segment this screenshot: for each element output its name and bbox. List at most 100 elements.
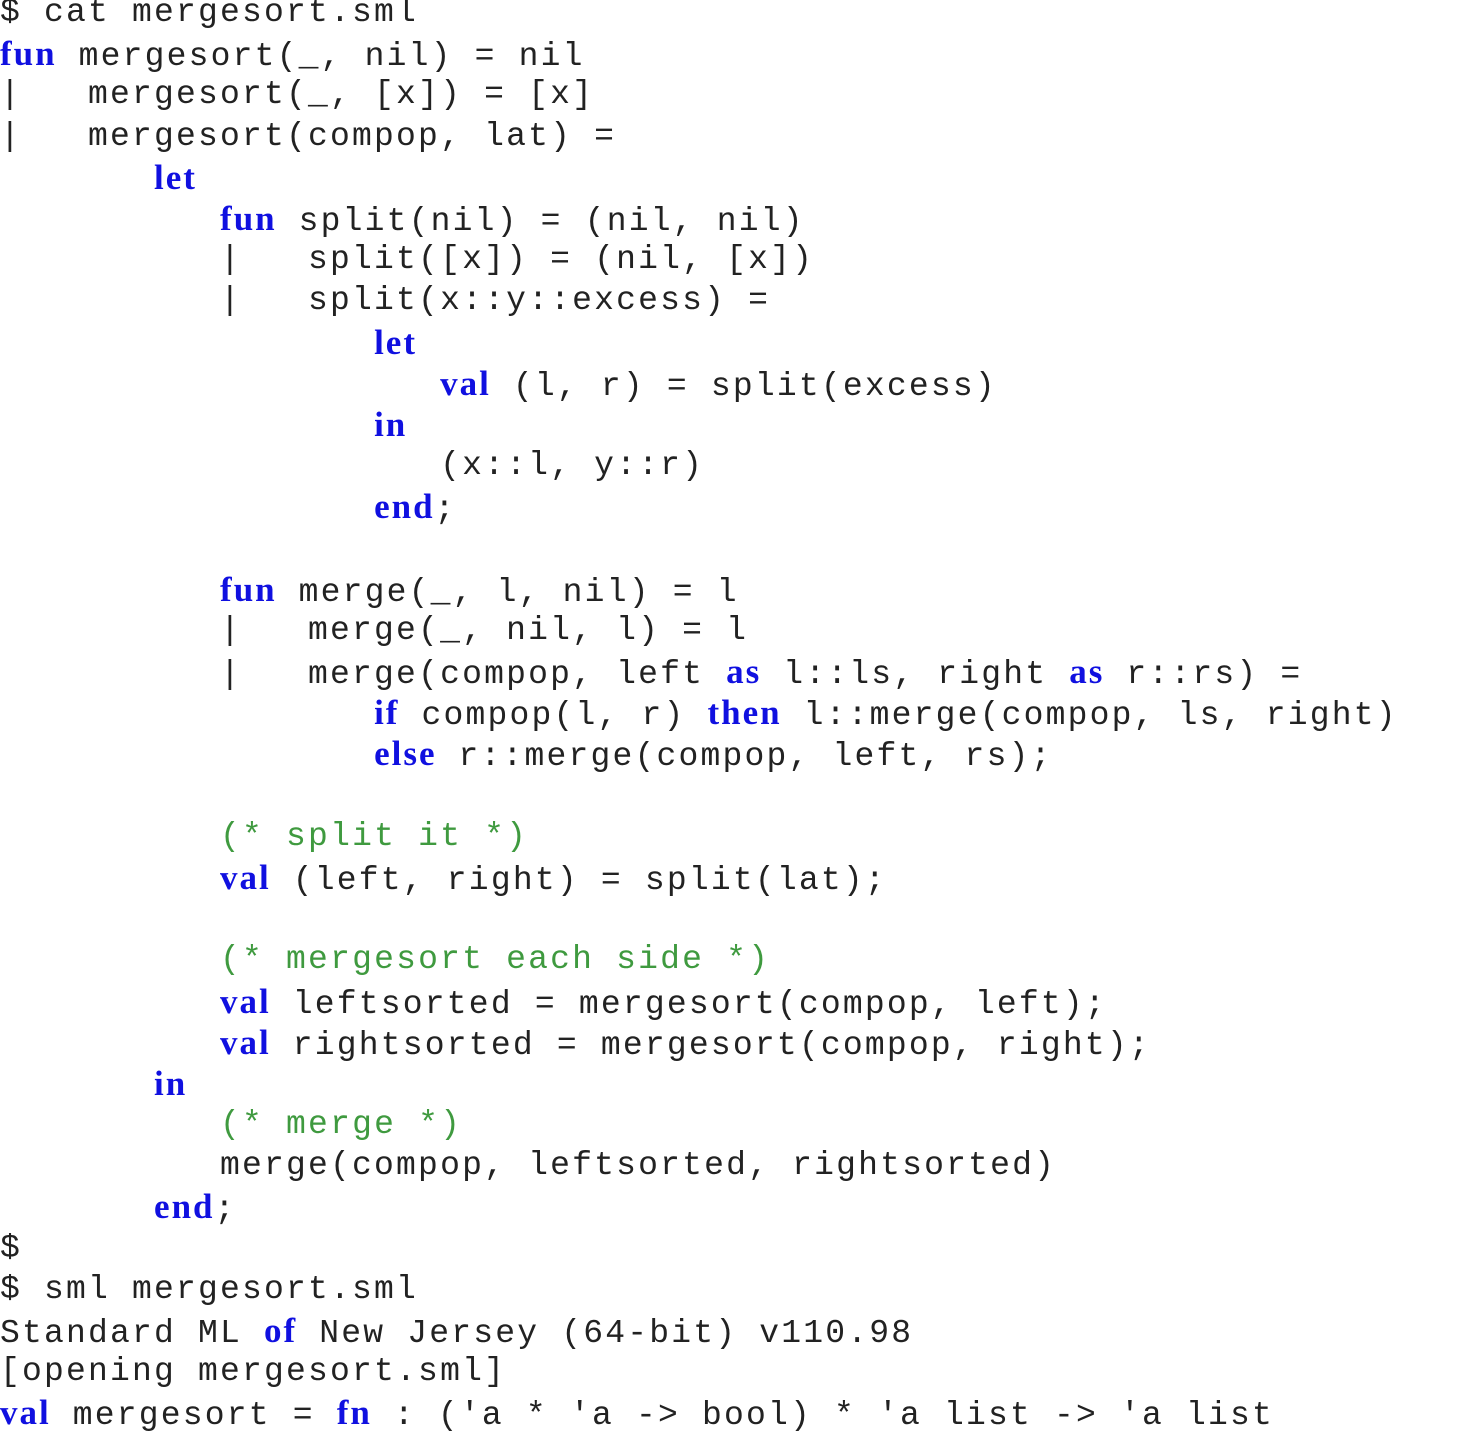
text-token: leftsorted = mergesort(compop, left); [270,985,1107,1023]
terminal-line: (* merge *) [0,1104,1398,1145]
terminal-line: merge(compop, leftsorted, rightsorted) [0,1145,1398,1186]
text-token: | merge(_, nil, l) = l [0,611,749,649]
comment-token: (* merge *) [220,1106,463,1144]
text-token: mergesort = [50,1397,337,1435]
keyword-token: if [374,693,400,733]
keyword-token: fun [220,569,277,609]
text-token: (left, right) = split(lat); [270,861,887,899]
terminal-line: let [0,322,1398,363]
text-token: | split([x]) = (nil, [x]) [0,241,815,279]
terminal-line: | mergesort(_, [x]) = [x] [0,74,1398,115]
terminal-line: | split(x::y::excess) = [0,280,1398,321]
terminal-line: Standard ML of New Jersey (64-bit) v110.… [0,1310,1398,1352]
keyword-token: val [220,1022,271,1062]
terminal-line: | merge(compop, left as l::ls, right as … [0,651,1398,693]
terminal-line: if compop(l, r) then l::merge(compop, ls… [0,692,1398,735]
terminal-line: (x::l, y::r) [0,445,1398,486]
text-token: | mergesort(compop, lat) = [0,117,617,155]
terminal-line: (* mergesort each side *) [0,939,1398,980]
keyword-token: val [220,857,271,897]
keyword-token: in [154,1063,188,1103]
terminal-line: $ [0,1228,1398,1269]
terminal-line: val mergesort = fn : ('a * 'a -> bool) *… [0,1392,1398,1435]
text-token: Standard ML [0,1315,265,1352]
terminal-line: fun mergesort(_, nil) = nil [0,33,1398,76]
text-token: [opening mergesort.sml] [0,1353,507,1391]
text-token: $ sml mergesort.sml [0,1270,419,1308]
terminal-line: | mergesort(compop, lat) = [0,116,1398,157]
terminal-line: fun split(nil) = (nil, nil) [0,198,1398,240]
terminal-line: val (left, right) = split(lat); [0,857,1398,899]
terminal-line: else r::merge(compop, left, rs); [0,733,1398,776]
keyword-token: as [1069,652,1105,691]
terminal-line: end; [0,486,1398,529]
terminal-line: [opening mergesort.sml] [0,1351,1398,1392]
text-token: mergesort(_, nil) = nil [56,38,585,76]
keyword-token: let [154,157,197,197]
text-token: split(nil) = (nil, nil) [276,202,805,240]
keyword-token: val [0,1393,51,1433]
text-token: ; [214,1191,237,1229]
terminal-line: fun merge(_, l, nil) = l [0,569,1398,611]
keyword-token: val [220,981,271,1021]
text-token: l::ls, right [761,656,1070,693]
text-token: merge(_, l, nil) = l [276,573,739,611]
text-token: $ [0,1229,23,1267]
terminal-line: end; [0,1186,1398,1229]
text-token: l::merge(compop, ls, right) [781,697,1398,735]
text-token: r::rs) = [1104,656,1303,693]
text-token: r::merge(compop, left, rs); [436,738,1053,776]
text-token: rightsorted = mergesort(compop, right); [270,1026,1151,1064]
text-token: (x::l, y::r) [0,447,705,485]
keyword-token: else [374,734,437,774]
terminal-line: in [0,404,1398,445]
keyword-token: end [154,1187,215,1227]
text-token: : ('a * 'a -> bool) * 'a list -> 'a list [371,1397,1275,1435]
keyword-token: let [374,322,417,362]
text-token: $ cat mergesort.sml [0,0,419,31]
comment-token: (* split it *) [220,817,529,855]
text-token: | split(x::y::excess) = [0,282,771,320]
keyword-token: in [374,404,408,444]
text-token: ; [434,491,457,529]
terminal-line: $ cat mergesort.sml [0,0,1398,33]
text-token: compop(l, r) [399,697,708,735]
terminal-line: val (l, r) = split(excess) [0,363,1398,405]
text-token: New Jersey (64-bit) v110.98 [297,1315,914,1352]
text-token: (l, r) = split(excess) [490,367,997,405]
text-token: merge(compop, leftsorted, rightsorted) [0,1147,1057,1185]
keyword-token: fun [220,198,277,238]
text-token: | mergesort(_, [x]) = [x] [0,76,595,114]
terminal-line: let [0,157,1398,198]
keyword-token: end [374,487,435,527]
keyword-token: of [264,1311,298,1350]
keyword-token: fun [0,34,57,74]
text-token: | merge(compop, left [0,656,727,693]
terminal-output: $ cat mergesort.sml fun mergesort(_, nil)… [0,0,1398,1434]
terminal-line: (* split it *) [0,816,1398,857]
terminal-line: in [0,1063,1398,1104]
keyword-token: fn [336,1393,372,1433]
terminal-line: | merge(_, nil, l) = l [0,610,1398,651]
comment-token: (* mergesort each side *) [220,941,771,979]
terminal-line: val leftsorted = mergesort(compop, left)… [0,981,1398,1023]
